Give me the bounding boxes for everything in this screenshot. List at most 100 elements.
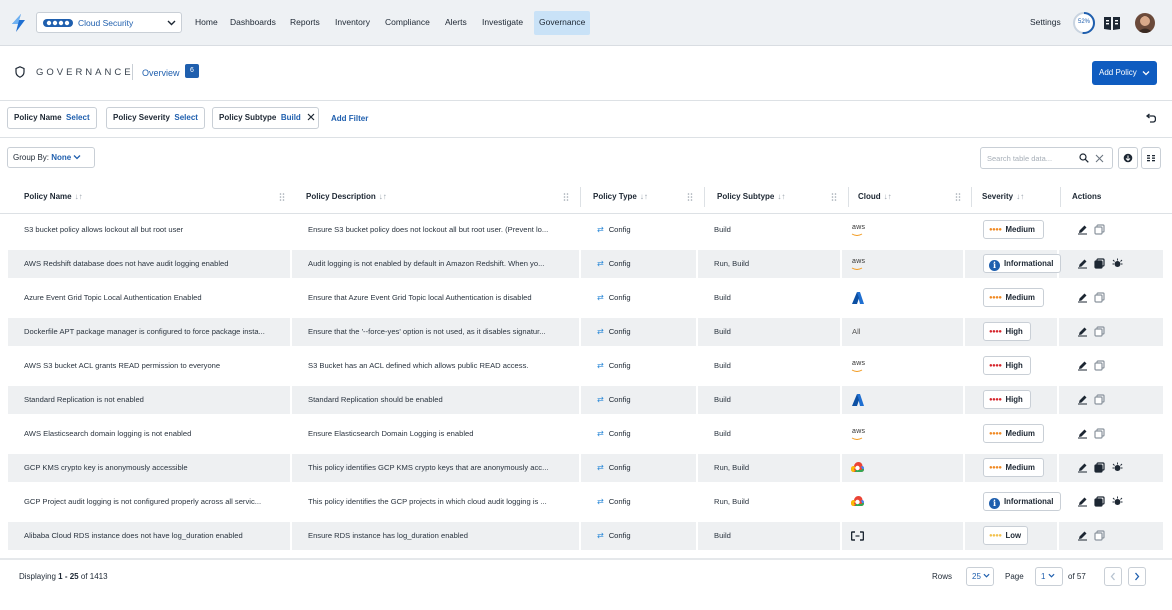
settings-link[interactable]: Settings <box>1030 17 1061 27</box>
severity-badge: ●●●● High <box>983 390 1031 409</box>
table-row[interactable]: Azure Event Grid Topic Local Authenticat… <box>8 284 1163 312</box>
severity-dots-icon: ●●●● <box>989 363 1002 369</box>
edit-icon[interactable] <box>1077 224 1088 235</box>
severity-label: Medium <box>1005 293 1035 302</box>
edit-icon[interactable] <box>1077 496 1088 507</box>
sort-icon[interactable]: ↓↑ <box>777 192 785 201</box>
book-icon[interactable] <box>1103 15 1121 31</box>
download-button[interactable] <box>1118 147 1138 169</box>
policy-name[interactable]: Azure Event Grid Topic Local Authenticat… <box>16 284 288 312</box>
copy-icon[interactable] <box>1094 530 1105 541</box>
app-logo-icon[interactable] <box>10 14 26 32</box>
column-divider <box>1060 187 1061 207</box>
policy-name[interactable]: Standard Replication is not enabled <box>16 386 288 414</box>
copy-icon[interactable] <box>1094 258 1105 269</box>
policy-name[interactable]: Dockerfile APT package manager is config… <box>16 318 288 346</box>
copy-icon[interactable] <box>1094 496 1105 507</box>
disable-icon[interactable] <box>1112 496 1123 507</box>
nav-investigate[interactable]: Investigate <box>482 17 523 27</box>
copy-icon[interactable] <box>1094 360 1105 371</box>
policy-subtype: Build <box>714 395 731 404</box>
policy-name[interactable]: Alibaba Cloud RDS instance does not have… <box>16 522 288 550</box>
edit-icon[interactable] <box>1077 394 1088 405</box>
policy-name[interactable]: AWS Redshift database does not have audi… <box>16 250 288 278</box>
search-input[interactable] <box>980 147 1113 169</box>
group-by-select[interactable]: Group By: None <box>7 147 95 168</box>
column-header-policy-type[interactable]: Policy Type ↓↑ <box>585 187 648 207</box>
edit-icon[interactable] <box>1077 530 1088 541</box>
edit-icon[interactable] <box>1077 462 1088 473</box>
sort-icon[interactable]: ↓↑ <box>1016 192 1024 201</box>
sort-icon[interactable]: ↓↑ <box>884 192 892 201</box>
edit-icon[interactable] <box>1077 292 1088 303</box>
copy-icon[interactable] <box>1094 428 1105 439</box>
search-icon[interactable] <box>1079 153 1089 163</box>
disable-icon[interactable] <box>1112 258 1123 269</box>
table-row[interactable]: Dockerfile APT package manager is config… <box>8 318 1163 346</box>
table-row[interactable]: AWS S3 bucket ACL grants READ permission… <box>8 352 1163 380</box>
copy-icon[interactable] <box>1094 462 1105 473</box>
drag-handle-icon[interactable] <box>955 192 961 202</box>
next-page-button[interactable] <box>1128 567 1146 586</box>
nav-dashboards[interactable]: Dashboards <box>230 17 276 27</box>
page-select[interactable]: 1 <box>1035 567 1063 586</box>
policy-subtype: Build <box>714 225 731 234</box>
table-row[interactable]: GCP KMS crypto key is anonymously access… <box>8 454 1163 482</box>
filter-chip-policy-subtype[interactable]: Policy Subtype Build <box>212 107 319 129</box>
drag-handle-icon[interactable] <box>687 192 693 202</box>
drag-handle-icon[interactable] <box>831 192 837 202</box>
policy-name[interactable]: GCP KMS crypto key is anonymously access… <box>16 454 288 482</box>
nav-home[interactable]: Home <box>195 17 218 27</box>
clear-icon[interactable] <box>1095 154 1104 163</box>
column-header-policy-description[interactable]: Policy Description ↓↑ <box>298 187 387 207</box>
copy-icon[interactable] <box>1094 292 1105 303</box>
nav-inventory[interactable]: Inventory <box>335 17 370 27</box>
column-settings-button[interactable] <box>1141 147 1161 169</box>
edit-icon[interactable] <box>1077 360 1088 371</box>
policy-name[interactable]: GCP Project audit logging is not configu… <box>16 488 288 516</box>
rows-per-page-select[interactable]: 25 <box>966 567 994 586</box>
overview-link[interactable]: Overview <box>142 68 180 78</box>
add-filter-link[interactable]: Add Filter <box>331 114 368 123</box>
nav-compliance[interactable]: Compliance <box>385 17 430 27</box>
edit-icon[interactable] <box>1077 326 1088 337</box>
prev-page-button[interactable] <box>1104 567 1122 586</box>
user-avatar[interactable] <box>1135 13 1155 33</box>
disable-icon[interactable] <box>1112 462 1123 473</box>
copy-icon[interactable] <box>1094 224 1105 235</box>
table-row[interactable]: AWS Elasticsearch domain logging is not … <box>8 420 1163 448</box>
edit-icon[interactable] <box>1077 428 1088 439</box>
column-header-cloud[interactable]: Cloud ↓↑ <box>850 187 892 207</box>
table-row[interactable]: S3 bucket policy allows lockout all but … <box>8 216 1163 244</box>
nav-alerts[interactable]: Alerts <box>445 17 467 27</box>
sort-icon[interactable]: ↓↑ <box>379 192 387 201</box>
column-header-severity[interactable]: Severity ↓↑ <box>974 187 1024 207</box>
policy-name[interactable]: AWS Elasticsearch domain logging is not … <box>16 420 288 448</box>
close-icon[interactable] <box>307 113 315 121</box>
copy-icon[interactable] <box>1094 326 1105 337</box>
copy-icon[interactable] <box>1094 394 1105 405</box>
filter-chip-policy-name[interactable]: Policy Name Select <box>7 107 97 129</box>
table-row[interactable]: Standard Replication is not enabled Stan… <box>8 386 1163 414</box>
divider <box>0 100 1172 101</box>
sort-icon[interactable]: ↓↑ <box>640 192 648 201</box>
nav-reports[interactable]: Reports <box>290 17 320 27</box>
column-header-policy-subtype[interactable]: Policy Subtype ↓↑ <box>709 187 785 207</box>
policy-name[interactable]: S3 bucket policy allows lockout all but … <box>16 216 288 244</box>
policy-description: Audit logging is not enabled by default … <box>308 259 545 268</box>
filter-chip-policy-severity[interactable]: Policy Severity Select <box>106 107 205 129</box>
tenant-switcher[interactable]: Cloud Security <box>36 12 182 33</box>
severity-badge: ●●●● Low <box>983 526 1028 545</box>
drag-handle-icon[interactable] <box>279 192 285 202</box>
add-policy-button[interactable]: Add Policy <box>1092 61 1157 85</box>
drag-handle-icon[interactable] <box>563 192 569 202</box>
column-header-policy-name[interactable]: Policy Name ↓↑ <box>16 187 83 207</box>
nav-governance[interactable]: Governance <box>539 17 585 27</box>
reset-icon[interactable] <box>1145 113 1156 123</box>
table-row[interactable]: GCP Project audit logging is not configu… <box>8 488 1163 516</box>
table-row[interactable]: Alibaba Cloud RDS instance does not have… <box>8 522 1163 550</box>
policy-name[interactable]: AWS S3 bucket ACL grants READ permission… <box>16 352 288 380</box>
sort-icon[interactable]: ↓↑ <box>75 192 83 201</box>
table-row[interactable]: AWS Redshift database does not have audi… <box>8 250 1163 278</box>
edit-icon[interactable] <box>1077 258 1088 269</box>
